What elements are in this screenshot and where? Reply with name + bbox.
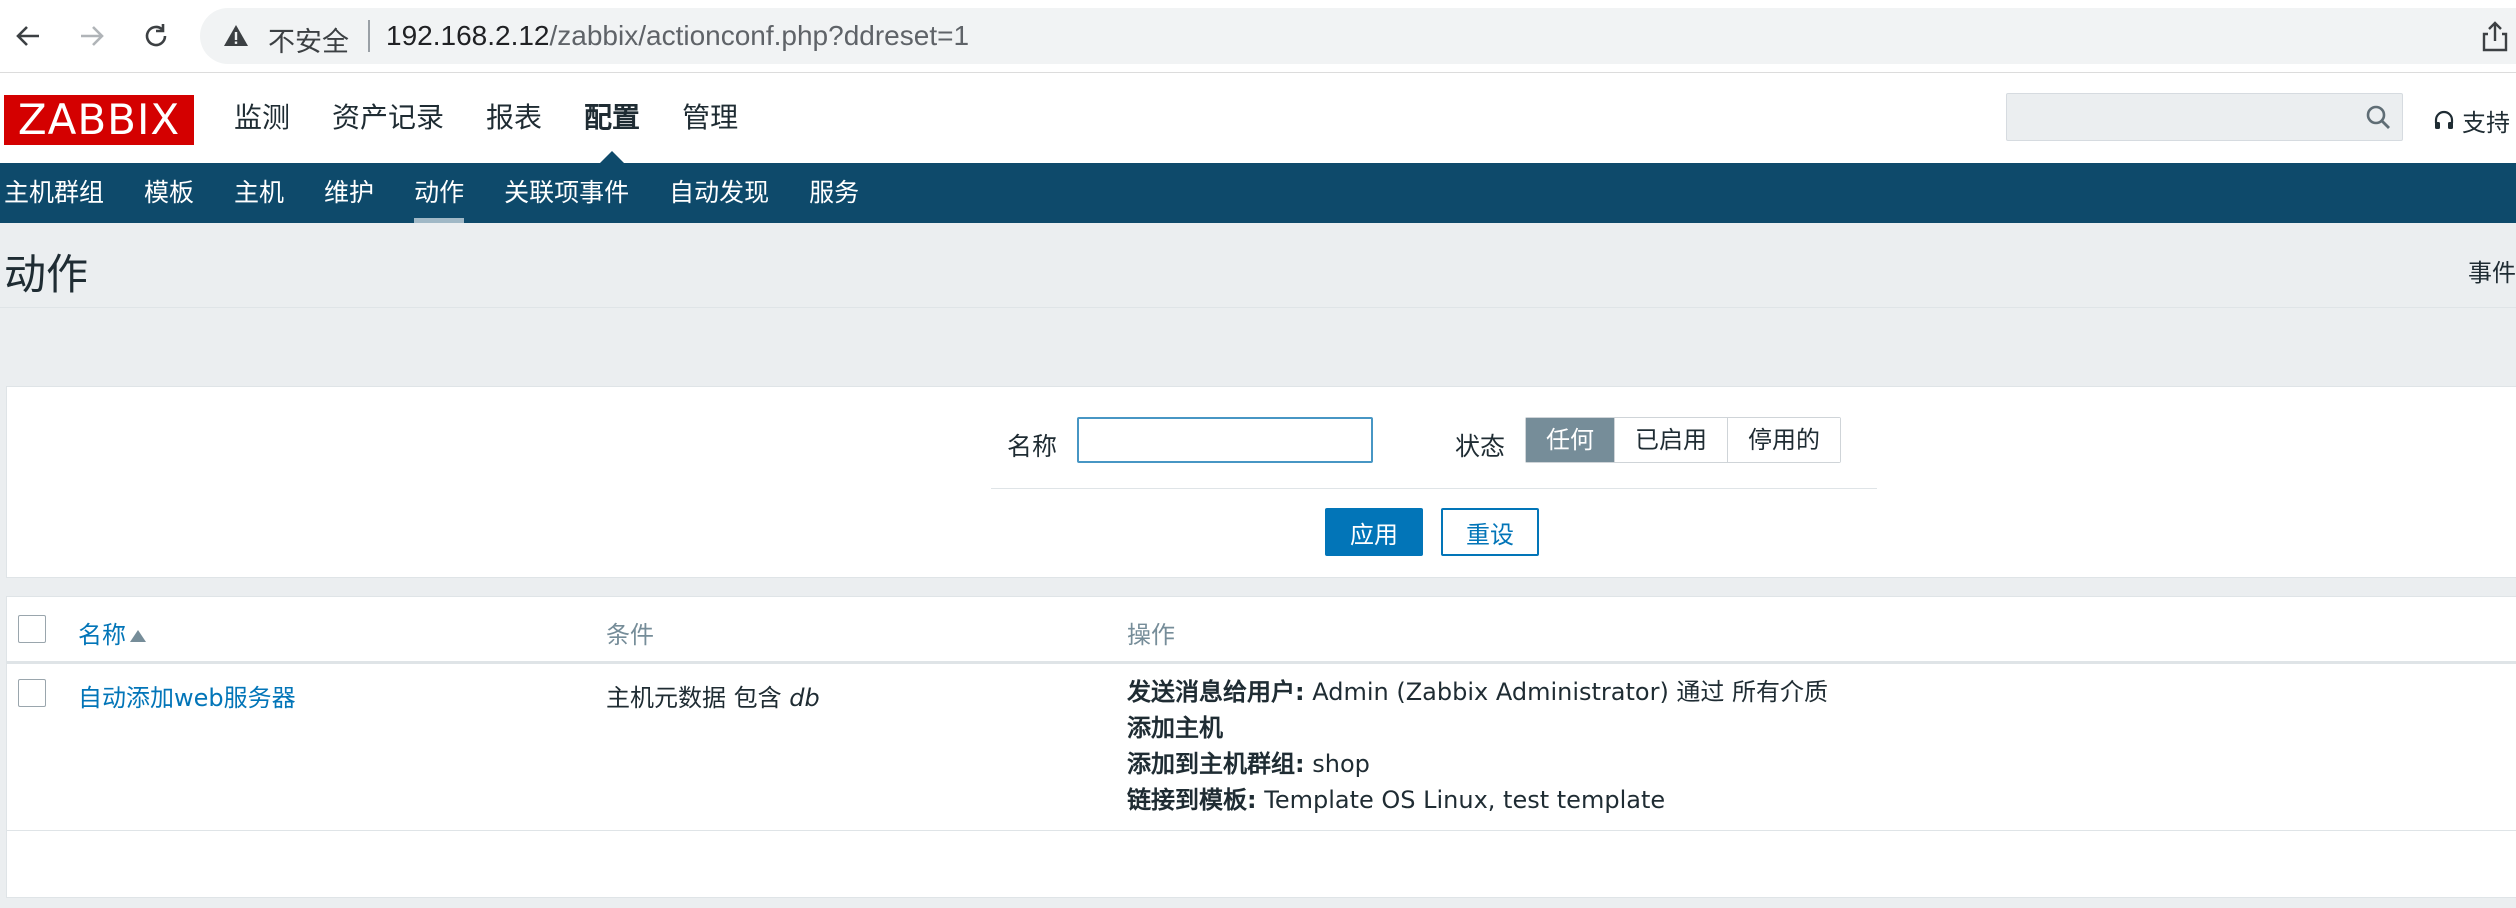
url-text: 192.168.2.12/zabbix/actionconf.php?ddres…	[386, 20, 969, 52]
sub-menu-hosts[interactable]: 主机	[234, 163, 284, 223]
sub-menu-services[interactable]: 服务	[809, 163, 859, 223]
browser-toolbar: 不安全 192.168.2.12/zabbix/actionconf.php?d…	[0, 0, 2516, 73]
filter-name-label: 名称	[1007, 432, 1058, 461]
reload-icon	[145, 24, 167, 47]
back-arrow-icon	[16, 26, 39, 46]
operation-label: 链接到模板:	[1127, 786, 1257, 814]
column-operations-header: 操作	[1127, 621, 1175, 649]
search-icon[interactable]	[2364, 103, 2392, 131]
status-option-enabled[interactable]: 已启用	[1614, 418, 1727, 462]
column-name-label: 名称	[78, 621, 126, 649]
sub-menu-discovery[interactable]: 自动发现	[669, 163, 769, 223]
headset-icon	[2434, 110, 2454, 129]
page-title-bar: 动作 事件	[0, 223, 2516, 308]
top-menu-reports[interactable]: 报表	[486, 73, 542, 163]
action-conditions: 主机元数据 包含 db	[606, 678, 820, 713]
apply-button[interactable]: 应用	[1325, 508, 1423, 556]
filter-divider	[991, 488, 1877, 489]
share-icon[interactable]	[2480, 20, 2510, 52]
top-menu-inventory[interactable]: 资产记录	[332, 73, 444, 163]
status-segmented-control: 任何 已启用 停用的	[1525, 417, 1841, 463]
operation-label: 添加主机	[1127, 714, 1223, 742]
sub-menu: 主机群组 模板 主机 维护 动作 关联项事件 自动发现 服务	[0, 163, 2516, 223]
operation-value: Template OS Linux, test template	[1256, 786, 1666, 814]
support-link[interactable]: 支持	[2432, 103, 2510, 138]
action-operations: 发送消息给用户: Admin (Zabbix Administrator) 通过…	[1127, 674, 1828, 818]
insecure-label: 不安全	[268, 27, 349, 58]
filter-status-label: 状态	[1455, 432, 1506, 461]
actions-table: 名称 条件 操作 自动添加web服务器 主机元数据 包含 db 发送消息给用户:…	[6, 596, 2516, 898]
sub-menu-actions[interactable]: 动作	[414, 163, 465, 223]
reset-button[interactable]: 重设	[1441, 508, 1539, 556]
top-menu: 监测 资产记录 报表 配置 管理	[234, 73, 780, 163]
column-conditions-header: 条件	[606, 621, 654, 649]
operation-item: 链接到模板: Template OS Linux, test template	[1127, 782, 1828, 818]
operation-item: 添加到主机群组: shop	[1127, 746, 1828, 782]
table-row: 自动添加web服务器 主机元数据 包含 db 发送消息给用户: Admin (Z…	[7, 664, 2516, 831]
sub-menu-maintenance[interactable]: 维护	[324, 163, 374, 223]
forward-arrow-icon	[81, 26, 104, 46]
event-source-select[interactable]: 事件	[2468, 253, 2516, 288]
select-all-checkbox[interactable]	[18, 615, 46, 643]
row-checkbox[interactable]	[18, 679, 46, 707]
operation-value: shop	[1304, 750, 1370, 778]
status-option-disabled[interactable]: 停用的	[1727, 418, 1840, 462]
operation-label: 发送消息给用户:	[1127, 678, 1305, 706]
condition-value: db	[789, 684, 820, 712]
sub-menu-templates[interactable]: 模板	[144, 163, 194, 223]
status-option-any[interactable]: 任何	[1526, 418, 1614, 462]
sub-menu-correlation[interactable]: 关联项事件	[504, 163, 629, 223]
operation-label: 添加到主机群组:	[1127, 750, 1305, 778]
url-path: /zabbix/actionconf.php?ddreset=1	[549, 20, 970, 51]
reload-button[interactable]	[136, 16, 176, 56]
url-host: 192.168.2.12	[386, 20, 550, 51]
top-menu-configuration[interactable]: 配置	[584, 73, 640, 163]
address-bar[interactable]: 不安全 192.168.2.12/zabbix/actionconf.php?d…	[200, 8, 2516, 64]
zabbix-header: ZABBIX 监测 资产记录 报表 配置 管理 支持	[0, 73, 2516, 163]
top-menu-administration[interactable]: 管理	[682, 73, 738, 163]
operation-item: 添加主机	[1127, 710, 1828, 746]
top-menu-monitoring[interactable]: 监测	[234, 73, 290, 163]
support-label: 支持	[2462, 109, 2510, 137]
zabbix-logo[interactable]: ZABBIX	[4, 95, 194, 145]
filter-panel: 名称 状态 任何 已启用 停用的 应用 重设	[6, 386, 2516, 578]
sort-ascending-icon	[130, 630, 146, 642]
condition-text: 主机元数据 包含	[606, 684, 790, 712]
column-name-header[interactable]: 名称	[78, 615, 146, 650]
filter-name-input[interactable]	[1077, 417, 1373, 463]
table-header: 名称 条件 操作	[7, 597, 2516, 664]
url-separator	[368, 20, 370, 52]
action-name-link[interactable]: 自动添加web服务器	[78, 678, 296, 713]
sub-menu-host-groups[interactable]: 主机群组	[4, 163, 104, 223]
operation-item: 发送消息给用户: Admin (Zabbix Administrator) 通过…	[1127, 674, 1828, 710]
operation-value: Admin (Zabbix Administrator) 通过 所有介质	[1304, 678, 1829, 706]
page-title: 动作	[4, 250, 89, 299]
search-input[interactable]	[2006, 93, 2403, 141]
warning-icon	[224, 25, 248, 46]
forward-button[interactable]	[72, 16, 112, 56]
back-button[interactable]	[8, 16, 48, 56]
